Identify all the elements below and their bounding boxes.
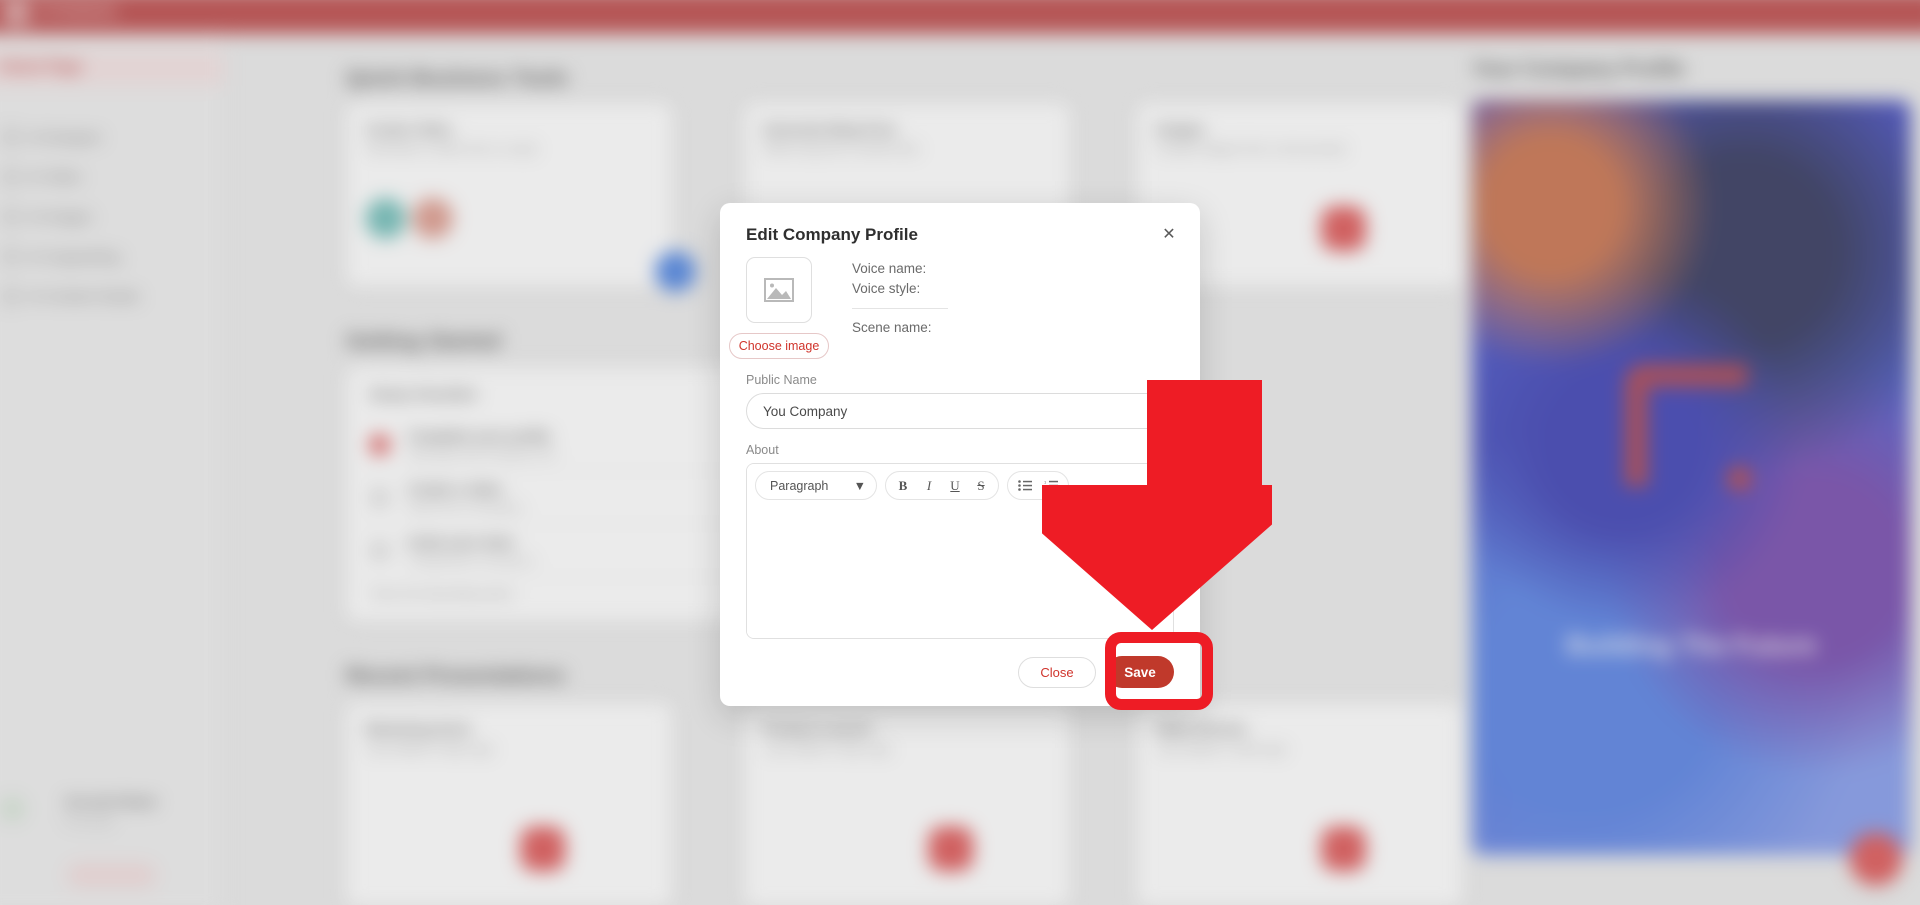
voice-name-label: Voice name: — [852, 261, 927, 276]
modal-header: Edit Company Profile ✕ — [720, 203, 1200, 245]
block-format-value: Paragraph — [770, 478, 829, 493]
save-button[interactable]: Save — [1106, 656, 1174, 688]
bullet-list-button[interactable] — [1012, 474, 1038, 497]
voice-style-label: Voice style: — [852, 281, 921, 296]
editor-toolbar: Paragraph ▼ B I U S 1 2 — [747, 464, 1173, 507]
public-name-label: Public Name — [746, 373, 817, 387]
list-group: 1 2 — [1007, 471, 1069, 500]
bold-button[interactable]: B — [890, 474, 916, 497]
block-format-select[interactable]: Paragraph ▼ — [760, 479, 872, 493]
scene-name-label: Scene name: — [852, 320, 932, 335]
image-column: Choose image — [729, 257, 829, 359]
numbered-list-button[interactable]: 1 2 — [1038, 474, 1064, 497]
edit-company-profile-modal: Edit Company Profile ✕ Choose image Voic… — [720, 203, 1200, 706]
close-icon[interactable]: ✕ — [1156, 221, 1182, 247]
about-rich-text-editor: Paragraph ▼ B I U S 1 2 — [746, 463, 1174, 639]
modal-body: Choose image Voice name: Voice style: Sc… — [720, 245, 1200, 646]
svg-text:2: 2 — [1044, 487, 1047, 491]
close-button[interactable]: Close — [1018, 656, 1096, 688]
underline-button[interactable]: U — [942, 474, 968, 497]
app-root: Company Home Page AI Designer AI Video A… — [0, 0, 1920, 905]
choose-image-button[interactable]: Choose image — [729, 333, 829, 359]
voice-meta-column: Voice name: Voice style: Scene name: — [852, 257, 1174, 359]
public-name-input[interactable] — [746, 393, 1174, 429]
modal-title: Edit Company Profile — [746, 225, 918, 244]
text-style-group: B I U S — [885, 471, 999, 500]
about-editor-content[interactable] — [747, 507, 1173, 638]
chevron-down-icon: ▼ — [853, 478, 866, 493]
modal-footer: Close Save — [720, 646, 1200, 706]
block-format-group: Paragraph ▼ — [755, 471, 877, 500]
italic-button[interactable]: I — [916, 474, 942, 497]
profile-top-row: Choose image Voice name: Voice style: Sc… — [729, 257, 1174, 359]
strikethrough-button[interactable]: S — [968, 474, 994, 497]
svg-text:1: 1 — [1044, 480, 1047, 484]
about-label: About — [746, 443, 779, 457]
meta-divider — [852, 308, 948, 309]
image-placeholder-icon[interactable] — [746, 257, 812, 323]
